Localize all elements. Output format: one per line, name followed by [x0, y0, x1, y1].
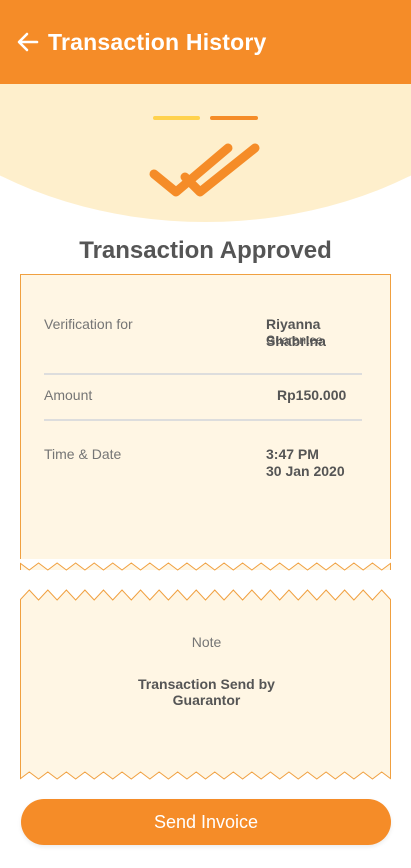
note-text: Transaction Send by Guarantor	[138, 676, 275, 708]
receipt-tear-edge	[20, 589, 391, 601]
datetime-label: Time & Date	[44, 446, 122, 462]
double-check-icon	[149, 116, 263, 202]
send-invoice-button[interactable]: Send Invoice	[21, 799, 391, 845]
transaction-status-title: Transaction Approved	[79, 237, 332, 264]
transaction-date: 30 Jan 2020	[266, 463, 345, 479]
divider	[44, 373, 362, 375]
divider	[44, 419, 362, 421]
receipt-tear-edge	[20, 771, 391, 783]
back-button[interactable]	[14, 28, 42, 56]
receipt-note: Note Transaction Send by Guarantor	[20, 589, 391, 783]
verification-role: Guarantee	[266, 333, 323, 347]
app-bar: Transaction History	[0, 0, 411, 84]
verification-label: Verification for	[44, 316, 133, 332]
arrow-left-icon	[17, 32, 39, 52]
transaction-time: 3:47 PM	[266, 446, 319, 462]
receipt-tear-edge	[20, 559, 391, 571]
page-title: Transaction History	[48, 28, 267, 55]
note-label: Note	[191, 634, 222, 650]
amount-label: Amount	[44, 387, 93, 403]
receipt-details: Verification for Riyanna Shabrina Guaran…	[20, 274, 391, 571]
amount-value: Rp150.000	[277, 387, 347, 403]
status-hero	[0, 84, 411, 244]
